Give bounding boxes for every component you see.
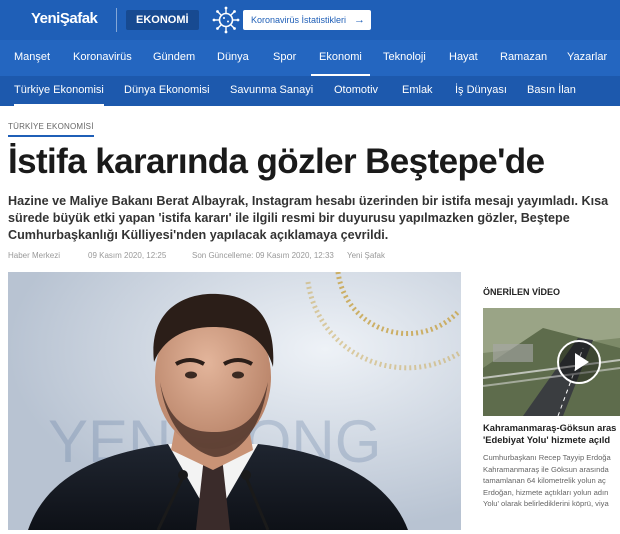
recommended-video-thumbnail[interactable] [483, 308, 620, 416]
subnav-item-turkiye-ekonomisi[interactable]: Türkiye Ekonomisi [14, 76, 104, 106]
coronavirus-icon [212, 6, 240, 34]
recommended-video-summary: Cumhurbaşkanı Recep Tayyip Erdoğa Kahram… [483, 452, 620, 510]
section-badge[interactable]: EKONOMİ [126, 10, 199, 30]
logo-divider [116, 8, 117, 32]
nav-item-hayat[interactable]: Hayat [449, 40, 478, 76]
subnav-item-emlak[interactable]: Emlak [402, 76, 433, 106]
article-photo-illustration: YENİ KONG [8, 272, 461, 530]
article-photo: YENİ KONG [8, 272, 461, 530]
subnav-item-basin-ilan[interactable]: Basın İlan [527, 76, 576, 106]
article-published-date: 09 Kasım 2020, 12:25 [88, 251, 167, 260]
sub-nav: Türkiye Ekonomisi Dünya Ekonomisi Savunm… [0, 76, 620, 106]
video-summary-line: Kahramanmaraş ile Göksun arasında [483, 464, 609, 474]
recommended-video-title[interactable]: Kahramanmaraş-Göksun aras 'Edebiyat Yolu… [483, 422, 620, 446]
top-bar: YeniŞafak EKONOMİ Koronavirüs İstatistik… [0, 0, 620, 40]
nav-item-koronavirus[interactable]: Koronavirüs [73, 40, 132, 76]
nav-item-ramazan[interactable]: Ramazan [500, 40, 547, 76]
article-lead-line: Cumhurbaşkanlığı Külliyesi'nden yapılaca… [8, 228, 389, 242]
article-lead: Hazine ve Maliye Bakanı Berat Albayrak, … [8, 193, 618, 244]
article-category[interactable]: TÜRKİYE EKONOMİSİ [8, 122, 94, 137]
nav-item-yazarlar[interactable]: Yazarlar [567, 40, 607, 76]
nav-item-manset[interactable]: Manşet [14, 40, 50, 76]
video-summary-line: Erdoğan, hizmete açtıkları yolun adın [483, 487, 609, 497]
nav-item-teknoloji[interactable]: Teknoloji [383, 40, 426, 76]
video-summary-line: Cumhurbaşkanı Recep Tayyip Erdoğa [483, 453, 611, 462]
video-summary-line: Yolu' olarak belirlediklerini köprü, viy… [483, 499, 609, 508]
site-logo[interactable]: YeniŞafak [31, 10, 98, 27]
nav-item-spor[interactable]: Spor [273, 40, 296, 76]
video-title-line: Kahramanmaraş-Göksun aras [483, 422, 617, 433]
article-title: İstifa kararında gözler Beştepe'de [8, 142, 545, 181]
subnav-item-otomotiv[interactable]: Otomotiv [334, 76, 378, 106]
covid-stats-button[interactable]: Koronavirüs İstatistikleri → [243, 10, 371, 30]
article-updated-date: Son Güncelleme: 09 Kasım 2020, 12:33 [192, 251, 334, 260]
nav-item-ekonomi[interactable]: Ekonomi [311, 40, 370, 76]
video-title-line: 'Edebiyat Yolu' hizmete açıld [483, 434, 611, 445]
subnav-item-dunya-ekonomisi[interactable]: Dünya Ekonomisi [124, 76, 210, 106]
main-nav: Manşet Koronavirüs Gündem Dünya Spor Eko… [0, 40, 620, 76]
arrow-right-icon: → [354, 14, 365, 26]
article-lead-line: Hazine ve Maliye Bakanı Berat Albayrak, … [8, 194, 609, 208]
nav-item-gundem[interactable]: Gündem [153, 40, 195, 76]
nav-item-dunya[interactable]: Dünya [217, 40, 249, 76]
article-lead-line: sürede büyük etki yapan 'istifa kararı' … [8, 211, 570, 225]
subnav-item-is-dunyasi[interactable]: İş Dünyası [455, 76, 507, 106]
article-publisher: Yeni Şafak [347, 251, 385, 260]
recommended-video-heading: ÖNERİLEN VİDEO [483, 287, 561, 297]
article-source: Haber Merkezi [8, 251, 61, 260]
video-summary-line: tamamlanan 64 kilometrelik yolun aç [483, 476, 606, 485]
subnav-item-savunma-sanayi[interactable]: Savunma Sanayi [230, 76, 313, 106]
play-icon[interactable] [557, 340, 601, 384]
covid-stats-label: Koronavirüs İstatistikleri [251, 15, 347, 25]
